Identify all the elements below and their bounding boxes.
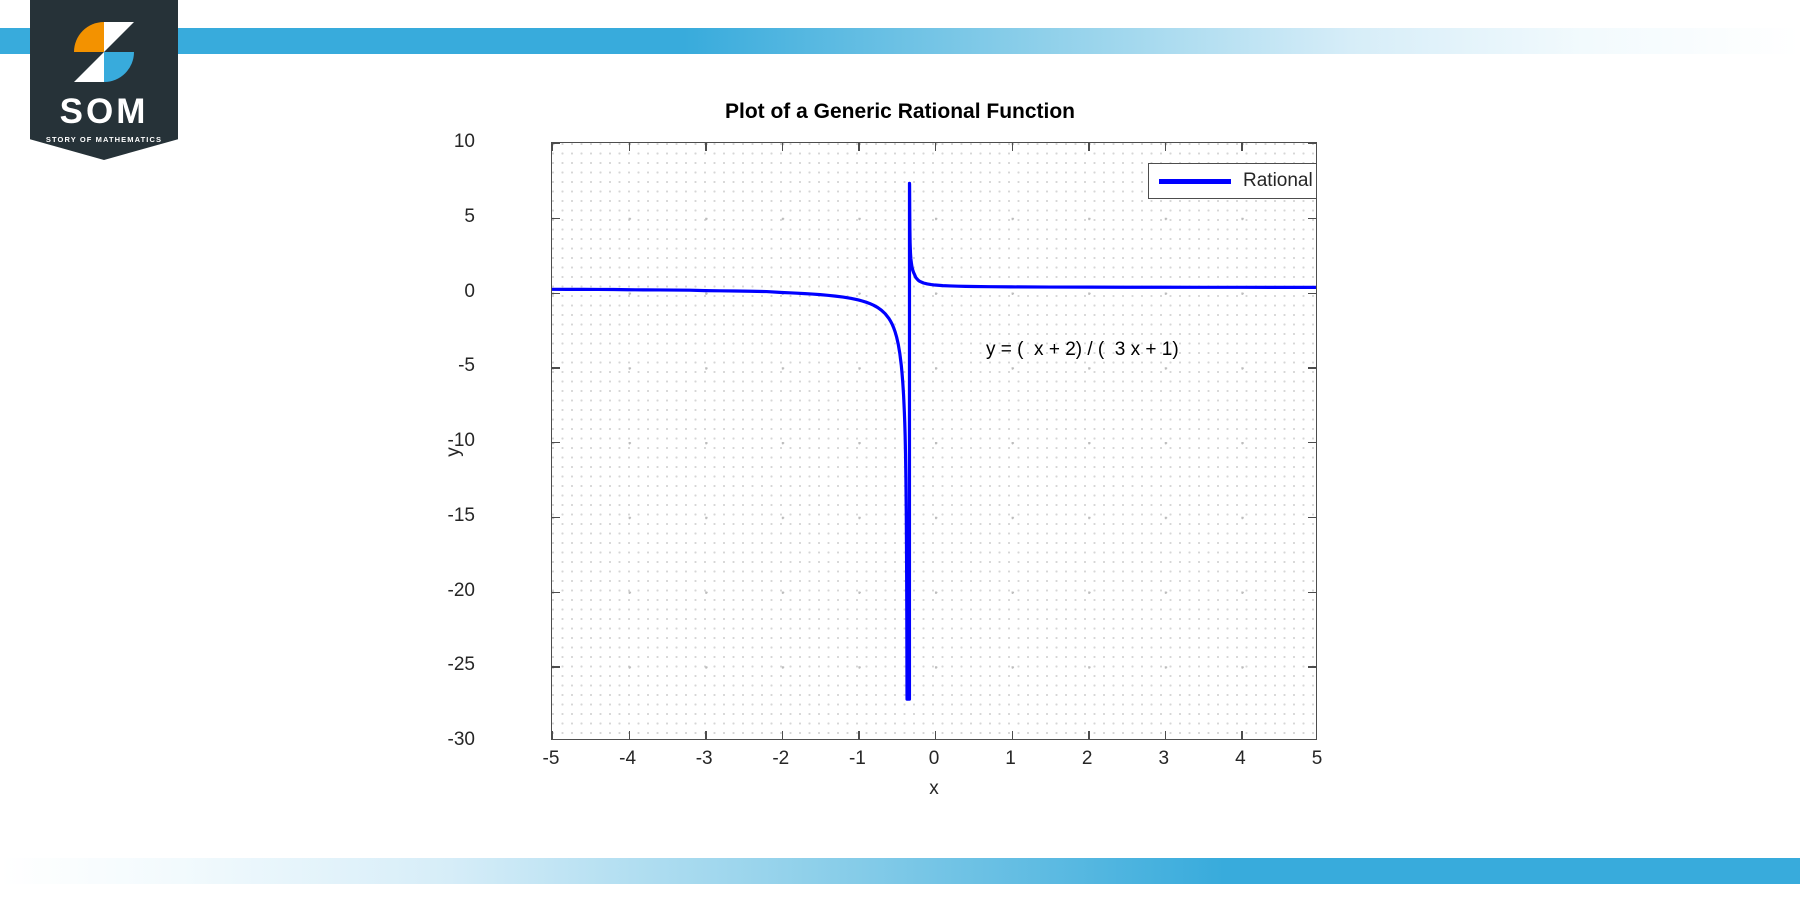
y-tick-label: 0 <box>464 280 475 302</box>
x-tick-label: -3 <box>695 748 713 769</box>
plot-area: Rational Function y = ( x + 2) / ( 3 x +… <box>551 142 1317 740</box>
y-tick-label: -20 <box>447 579 475 601</box>
x-tick-label: -1 <box>848 748 866 769</box>
chart-title: Plot of a Generic Rational Function <box>724 100 1076 123</box>
som-logo-badge: SOM STORY OF MATHEMATICS <box>30 0 178 160</box>
y-axis-title: y <box>443 447 464 457</box>
x-tick-label: 4 <box>1235 748 1246 769</box>
bottom-accent-stripe <box>0 858 1800 884</box>
y-tick-label: 10 <box>453 131 475 152</box>
y-tick-label: -15 <box>447 504 475 526</box>
logo-tagline: STORY OF MATHEMATICS <box>45 135 163 144</box>
equation-annotation: y = ( x + 2) / ( 3 x + 1) <box>986 339 1179 360</box>
y-tick-label: 5 <box>464 205 475 227</box>
chart-legend[interactable]: Rational Function <box>1148 163 1316 199</box>
y-tick-label: -25 <box>447 654 475 676</box>
x-tick-label: 2 <box>1081 748 1093 769</box>
y-tick-label: -30 <box>447 729 475 750</box>
som-logo-mark-icon <box>74 22 134 82</box>
x-tick-label: -2 <box>772 748 790 769</box>
logo-wordmark: SOM <box>59 92 149 131</box>
x-axis-title: x <box>929 778 939 799</box>
rational-function-polyline <box>552 181 1316 701</box>
x-tick-label: -5 <box>542 748 560 769</box>
x-tick-label: -4 <box>619 748 637 769</box>
logo-quadrant-top-left <box>74 22 104 52</box>
logo-quadrant-bottom-left <box>74 52 104 82</box>
y-tick-label: -5 <box>458 355 475 377</box>
x-tick-label: 3 <box>1158 748 1170 769</box>
x-tick-label: 5 <box>1311 748 1323 769</box>
chart-figure: Plot of a Generic Rational Function y x … <box>430 100 1370 800</box>
top-accent-stripe <box>0 28 1800 54</box>
legend-line-swatch <box>1159 178 1231 184</box>
y-tick-label: -10 <box>447 430 475 451</box>
x-tick-label: 1 <box>1005 748 1016 769</box>
legend-label-rational-function: Rational Function <box>1243 170 1316 191</box>
logo-quadrant-bottom-right <box>104 52 134 82</box>
series-curve-rational-function <box>552 181 1316 701</box>
x-tick-label: 0 <box>928 748 940 769</box>
logo-quadrant-top-right <box>104 22 134 52</box>
